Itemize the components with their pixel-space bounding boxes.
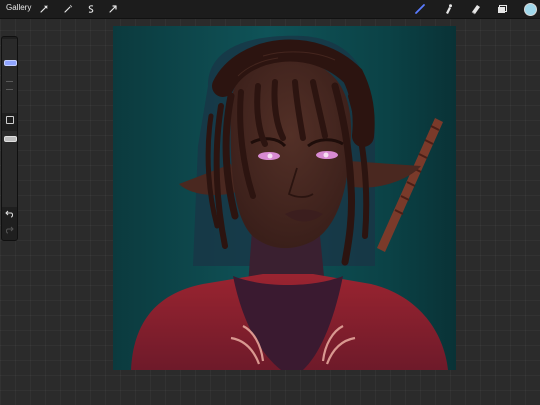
- square-icon: [5, 116, 14, 124]
- brush-size-thumb[interactable]: [4, 60, 17, 66]
- left-pupil: [267, 153, 273, 159]
- drawing-canvas[interactable]: [113, 26, 456, 370]
- top-toolbar: Gallery: [0, 0, 540, 19]
- brush-size-slider[interactable]: [2, 39, 17, 113]
- transform-icon[interactable]: [106, 2, 120, 16]
- slider-tick: [6, 89, 13, 90]
- left-sidebar: [1, 36, 18, 241]
- undo-icon[interactable]: [2, 208, 17, 220]
- eraser-icon[interactable]: [468, 2, 482, 16]
- artwork: [113, 26, 456, 370]
- magic-wand-icon[interactable]: [61, 2, 75, 16]
- opacity-thumb[interactable]: [4, 136, 17, 142]
- brush-icon[interactable]: [413, 2, 427, 16]
- color-picker-button[interactable]: [524, 3, 537, 16]
- gallery-button[interactable]: Gallery: [6, 3, 31, 12]
- right-pupil: [323, 152, 329, 158]
- layers-icon[interactable]: [495, 2, 509, 16]
- smudge-icon[interactable]: [441, 2, 455, 16]
- redo-icon[interactable]: [2, 224, 17, 236]
- slider-tick: [6, 81, 13, 82]
- opacity-slider[interactable]: [2, 131, 17, 207]
- modify-button[interactable]: [2, 114, 17, 126]
- wrench-icon[interactable]: [37, 2, 51, 16]
- selection-icon[interactable]: [84, 2, 98, 16]
